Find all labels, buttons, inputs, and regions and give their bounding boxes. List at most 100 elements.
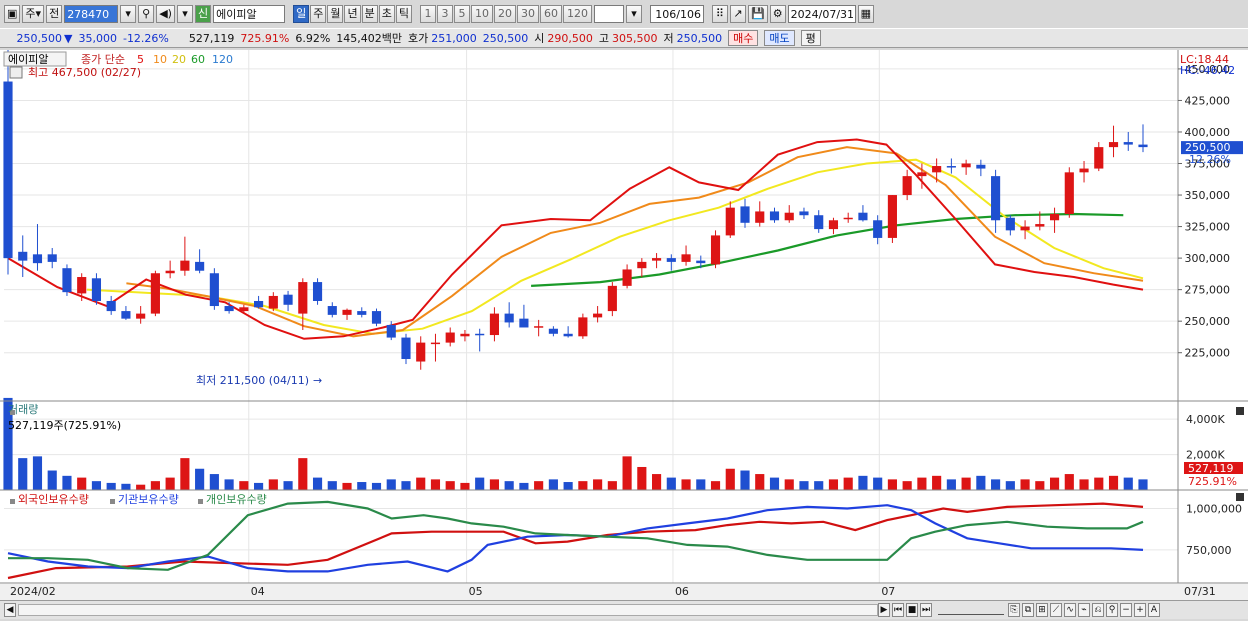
scroll-right-icon[interactable]: ▶ xyxy=(878,603,890,617)
zoom-out-icon[interactable]: − xyxy=(1120,603,1132,617)
legend-marker xyxy=(110,499,115,504)
sell-button[interactable]: 매도 xyxy=(764,30,795,46)
interval-5-button[interactable]: 5 xyxy=(453,5,470,23)
calc-icon[interactable] xyxy=(9,66,23,79)
tool-1-icon[interactable]: ⎘ xyxy=(1008,603,1020,617)
zoom-slider[interactable] xyxy=(938,605,1004,615)
interval-input[interactable] xyxy=(593,5,624,23)
stock-code-input[interactable]: 278470 xyxy=(64,5,119,23)
candle-body xyxy=(371,311,382,324)
timeframe-1-button[interactable]: 주 xyxy=(310,5,327,23)
volume-bar xyxy=(563,482,573,490)
candle-body xyxy=(357,311,367,315)
timeframe-3-button[interactable]: 년 xyxy=(344,5,361,23)
date-field[interactable]: 2024/07/31 xyxy=(787,5,856,23)
speaker-icon[interactable]: ◀) xyxy=(156,5,175,23)
candle-body xyxy=(180,260,190,271)
prev-button[interactable]: 전 xyxy=(46,5,63,23)
interval-60-button[interactable]: 60 xyxy=(539,5,562,23)
tool-4-icon[interactable]: ⟋ xyxy=(1050,603,1062,617)
tool-3-icon[interactable]: ⊞ xyxy=(1036,603,1048,617)
volume-bar xyxy=(696,479,706,490)
first-icon[interactable]: ⏮ xyxy=(892,603,904,617)
holdings-tick-label: 750,000 xyxy=(1186,544,1232,557)
interval-3-button[interactable]: 3 xyxy=(436,5,453,23)
volume-bar xyxy=(416,477,426,490)
scroll-left-icon[interactable]: ◀ xyxy=(4,603,16,617)
candle-body xyxy=(578,317,588,337)
candle-body xyxy=(1049,213,1060,221)
calendar-icon[interactable]: ▦ xyxy=(857,5,875,23)
bar-count-field[interactable]: 106/106 xyxy=(649,5,704,23)
interval-group: 1 3 5 10 20 30 60 120 xyxy=(419,5,592,23)
options-dropdown-button[interactable]: ▾ xyxy=(176,5,193,23)
interval-10-button[interactable]: 10 xyxy=(470,5,493,23)
candle-body xyxy=(150,273,160,314)
tool-2-icon[interactable]: ⧉ xyxy=(1022,603,1034,617)
candle-body xyxy=(1005,217,1015,231)
last-change-label: -12.26% xyxy=(1185,153,1231,166)
interval-120-button[interactable]: 120 xyxy=(562,5,592,23)
candle-body xyxy=(887,195,897,238)
layout-icon[interactable]: ▣ xyxy=(4,5,21,23)
volume-bar xyxy=(976,475,986,490)
candle-body xyxy=(1123,142,1133,145)
candle-body xyxy=(327,306,337,315)
interval-30-button[interactable]: 30 xyxy=(516,5,539,23)
candle-body xyxy=(873,220,883,238)
volume-bar xyxy=(1123,477,1133,490)
timeframe-4-button[interactable]: 분 xyxy=(361,5,378,23)
candle-body xyxy=(593,313,603,318)
period-select[interactable]: 주 ▾ xyxy=(22,5,45,23)
scroll-track[interactable] xyxy=(18,604,878,616)
ma60-legend: 60 xyxy=(191,53,205,66)
volume-bar xyxy=(519,482,529,490)
volume-ratio: 725.91% xyxy=(240,31,290,45)
open-label: 시 xyxy=(534,32,545,45)
time-tick-label: 07/31 xyxy=(1184,585,1216,598)
candle-body xyxy=(386,324,396,338)
last-icon[interactable]: ⏭ xyxy=(920,603,932,617)
stock-name-field[interactable]: 에이피알 xyxy=(213,5,286,23)
chevron-down-icon: ▾ xyxy=(35,7,42,20)
volume-bar xyxy=(180,458,190,490)
candle-body xyxy=(254,300,264,308)
volume-bar xyxy=(637,466,647,490)
stop-icon[interactable]: ■ xyxy=(906,603,918,617)
volume-bar xyxy=(740,470,750,490)
volume-tick-label: 4,000K xyxy=(1186,413,1225,426)
gear-icon[interactable]: ⚙ xyxy=(769,5,786,23)
tool-5-icon[interactable]: ∿ xyxy=(1064,603,1076,617)
tool-6-icon[interactable]: ⌁ xyxy=(1078,603,1090,617)
volume-bar xyxy=(150,481,160,490)
hc-label: HC:-46.42 xyxy=(1180,64,1235,77)
candle-body xyxy=(1035,224,1045,227)
volume-bar xyxy=(607,481,617,490)
tool-7-icon[interactable]: ⎌ xyxy=(1092,603,1104,617)
timeframe-2-button[interactable]: 월 xyxy=(327,5,344,23)
volume-bar xyxy=(534,481,544,490)
interval-1-button[interactable]: 1 xyxy=(419,5,436,23)
zoom-in-icon[interactable]: + xyxy=(1134,603,1146,617)
candle-body xyxy=(961,163,971,168)
interval-dropdown-button[interactable]: ▾ xyxy=(625,5,642,23)
timeframe-5-button[interactable]: 초 xyxy=(378,5,395,23)
save-icon[interactable]: 💾 xyxy=(747,5,768,23)
timeframe-0-button[interactable]: 일 xyxy=(293,5,310,23)
grid-icon[interactable]: ⠿ xyxy=(711,5,728,23)
volume-bar xyxy=(784,479,794,490)
low-label: 저 xyxy=(663,32,674,45)
font-size-icon[interactable]: A xyxy=(1148,603,1160,617)
magnifier-icon[interactable]: ⚲ xyxy=(1106,603,1118,617)
volume-bar xyxy=(401,481,411,490)
avg-button[interactable]: 평 xyxy=(800,30,821,46)
buy-button[interactable]: 매수 xyxy=(728,30,759,46)
stock-chart[interactable]: 225,000 250,000 275,000 300,000 325,000 350,0… xyxy=(0,50,1248,600)
interval-20-button[interactable]: 20 xyxy=(493,5,516,23)
volume-bar xyxy=(946,479,956,490)
timeframe-6-button[interactable]: 틱 xyxy=(395,5,412,23)
search-icon[interactable]: ⚲ xyxy=(138,5,155,23)
candle-body xyxy=(283,294,293,305)
draw-icon[interactable]: ↗ xyxy=(729,5,746,23)
code-dropdown-button[interactable]: ▾ xyxy=(120,5,137,23)
